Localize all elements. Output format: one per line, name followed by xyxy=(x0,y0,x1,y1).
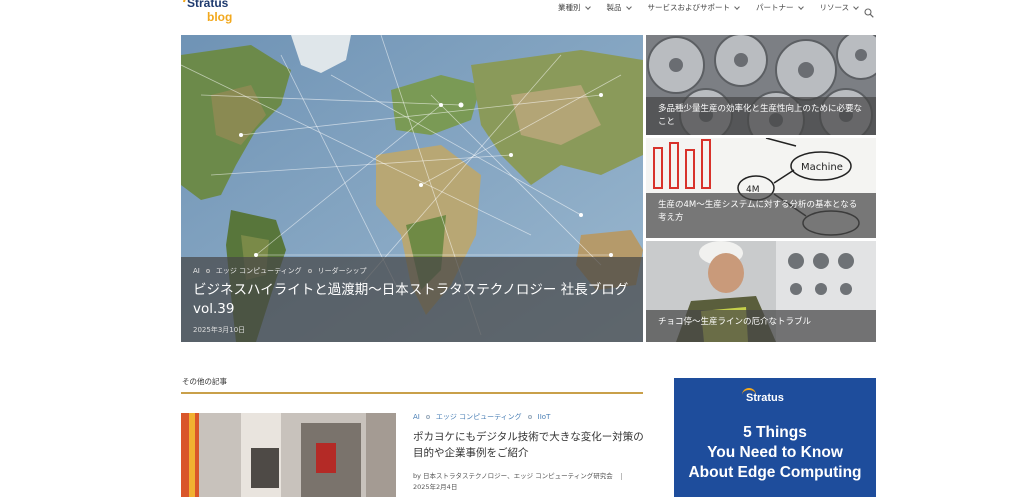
main-nav: 業種別 製品 サービスおよびサポート パートナー リソース xyxy=(558,2,875,13)
nav-products[interactable]: 製品 xyxy=(606,2,632,13)
edge-computing-ad[interactable]: Stratus 5 Things You Need to Know About … xyxy=(674,378,876,497)
post-date: 2025年2月4日 xyxy=(413,483,458,491)
separator-dot xyxy=(425,415,430,419)
ad-headline-line: You Need to Know xyxy=(707,444,843,461)
featured-side-post[interactable]: チョコ停〜生産ラインの厄介なトラブル xyxy=(646,241,876,342)
nav-industries[interactable]: 業種別 xyxy=(558,2,591,13)
post-byline: by 日本ストラタステクノロジー、エッジ コンピューティング研究会 xyxy=(413,470,622,480)
separator-dot xyxy=(205,269,210,273)
featured-side-overlay: 生産の4M〜生産システムに対する分析の基本となる考え方 xyxy=(646,193,876,238)
nav-services[interactable]: サービスおよびサポート xyxy=(648,2,740,13)
nav-services-label: サービスおよびサポート xyxy=(647,3,731,12)
separator-dot xyxy=(307,269,312,273)
stratus-blog-logo[interactable]: Stratus blog xyxy=(183,0,243,24)
post-author[interactable]: by 日本ストラタステクノロジー、エッジ コンピューティング研究会 xyxy=(413,472,613,480)
featured-main-title[interactable]: ビジネスハイライトと過渡期〜日本ストラタステクノロジー 社長ブログ vol.39 xyxy=(193,281,633,319)
featured-side-title[interactable]: 生産の4M〜生産システムに対する分析の基本となる考え方 xyxy=(658,199,864,225)
post-thumbnail[interactable] xyxy=(181,413,396,497)
logo-text-stratus: Stratus xyxy=(187,0,229,10)
chevron-down-icon xyxy=(797,3,804,10)
nav-industries-label: 業種別 xyxy=(558,3,581,12)
featured-side-title[interactable]: チョコ停〜生産ラインの厄介なトラブル xyxy=(658,316,864,329)
ad-headline-line: About Edge Computing xyxy=(688,464,862,481)
site-header: Stratus blog 業種別 製品 サービスおよびサポート パートナー リソ… xyxy=(0,0,1024,24)
category-link[interactable]: AI xyxy=(193,267,200,275)
nav-partners-label: パートナー xyxy=(756,3,794,12)
featured-side-post[interactable]: 多品種少量生産の効率化と生産性向上のために必要なこと xyxy=(646,35,876,135)
featured-main-post[interactable]: AI エッジ コンピューティング リーダーシップ ビジネスハイライトと過渡期〜日… xyxy=(181,35,643,342)
category-link[interactable]: IIoT xyxy=(538,413,551,421)
featured-side-overlay: 多品種少量生産の効率化と生産性向上のために必要なこと xyxy=(646,97,876,135)
featured-side-post[interactable]: 4M Machine 生産の4M〜生産システムに対する分析の基本となる考え方 xyxy=(646,138,876,238)
featured-main-date: 2025年3月10日 xyxy=(193,326,246,334)
category-link[interactable]: エッジ コンピューティング xyxy=(436,412,522,422)
ad-headline-line: 5 Things xyxy=(743,424,807,441)
section-divider xyxy=(181,392,643,394)
category-link[interactable]: AI xyxy=(413,413,420,421)
nav-partners[interactable]: パートナー xyxy=(756,2,804,13)
featured-main-overlay: AI エッジ コンピューティング リーダーシップ ビジネスハイライトと過渡期〜日… xyxy=(181,257,643,342)
chevron-down-icon xyxy=(625,3,632,10)
chevron-down-icon xyxy=(584,3,591,10)
featured-side-overlay: チョコ停〜生産ラインの厄介なトラブル xyxy=(646,310,876,342)
logo-text-blog: blog xyxy=(207,10,232,24)
post-categories: AI エッジ コンピューティング IIoT xyxy=(413,412,550,422)
nav-resources[interactable]: リソース xyxy=(820,2,859,13)
meta-divider xyxy=(620,472,622,480)
svg-text:Machine: Machine xyxy=(801,162,843,173)
featured-main-categories: AI エッジ コンピューティング リーダーシップ xyxy=(193,266,631,276)
chevron-down-icon xyxy=(853,3,859,10)
nav-resources-label: リソース xyxy=(819,3,850,12)
factory-line-image xyxy=(181,413,396,497)
post-title[interactable]: ポカヨケにもデジタル技術で大きな変化ー対策の目的や企業事例をご紹介 xyxy=(413,429,645,461)
category-link[interactable]: リーダーシップ xyxy=(318,266,367,276)
search-icon[interactable] xyxy=(864,3,874,18)
section-heading: その他の記事 xyxy=(182,377,227,386)
featured-side-title[interactable]: 多品種少量生産の効率化と生産性向上のために必要なこと xyxy=(658,103,864,129)
category-link[interactable]: エッジ コンピューティング xyxy=(216,266,302,276)
chevron-down-icon xyxy=(734,3,740,10)
ad-brand-logo: Stratus xyxy=(746,392,784,404)
separator-dot xyxy=(527,415,532,419)
nav-products-label: 製品 xyxy=(606,3,622,12)
